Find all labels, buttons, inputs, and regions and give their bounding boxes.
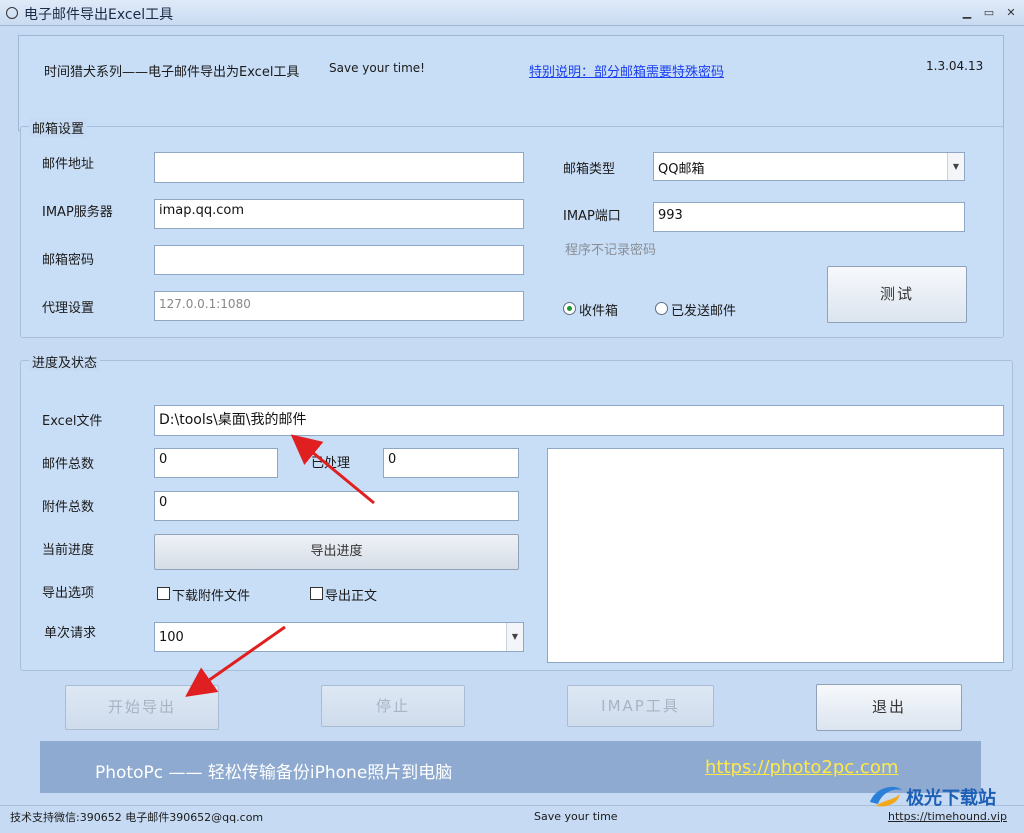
annotation-arrows (185, 434, 375, 697)
arrow-to-excel-path (290, 434, 375, 505)
arrow-to-start-button (185, 625, 286, 697)
